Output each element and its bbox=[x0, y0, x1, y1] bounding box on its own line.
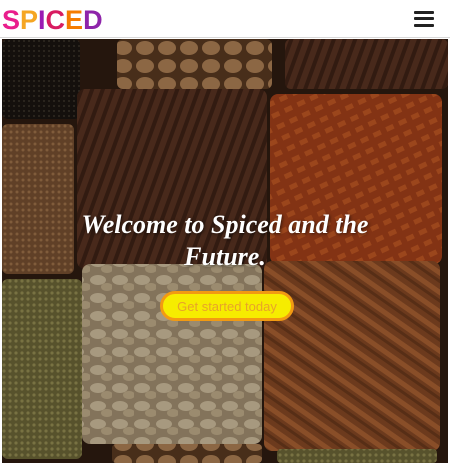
menu-bar-bottom bbox=[414, 23, 434, 27]
menu-bar-middle bbox=[414, 17, 434, 20]
svg-text:SPICED: SPICED bbox=[2, 5, 103, 34]
hero-section: Welcome to Spiced and the Future. Get st… bbox=[2, 39, 448, 463]
menu-bar-top bbox=[414, 10, 434, 14]
hero-title: Welcome to Spiced and the Future. bbox=[81, 210, 369, 271]
hamburger-menu-icon[interactable] bbox=[414, 10, 434, 27]
spiced-logo[interactable]: SPICED bbox=[2, 4, 124, 34]
get-started-button[interactable]: Get started today bbox=[160, 291, 294, 321]
navbar: SPICED bbox=[0, 0, 450, 38]
spiced-logo-wordmark: SPICED bbox=[2, 5, 103, 34]
